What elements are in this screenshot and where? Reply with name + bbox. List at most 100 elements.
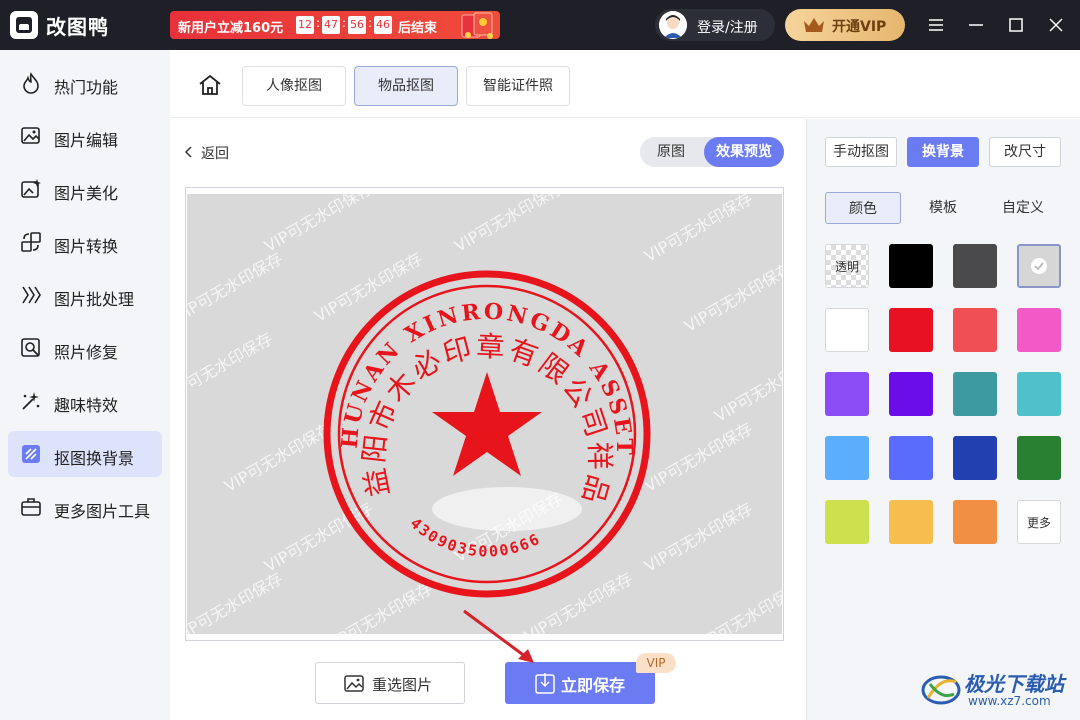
- site-watermark: 极光下载站 www.xz7.com: [918, 664, 1078, 714]
- promo-hours: 12: [296, 16, 314, 34]
- view-toggle: 原图 效果预览: [640, 137, 784, 167]
- app-logo-icon: [10, 11, 38, 39]
- crown-icon: [804, 18, 824, 32]
- reselect-image-button[interactable]: 重选图片: [315, 662, 465, 704]
- save-now-button[interactable]: 立即保存: [505, 662, 655, 704]
- tab-id-photo[interactable]: 智能证件照: [466, 66, 570, 106]
- swatch-pink[interactable]: [1017, 308, 1061, 352]
- promo-banner[interactable]: 新用户立减160元 12 : 47 : 56 : 46 后结束: [170, 11, 500, 39]
- swatch-teal[interactable]: [953, 372, 997, 416]
- tab-object-cutout[interactable]: 物品抠图: [354, 66, 458, 106]
- sidebar-item-batch[interactable]: 图片批处理: [8, 272, 162, 318]
- download-icon: [535, 673, 555, 694]
- sidebar-item-label: 图片转换: [54, 237, 119, 256]
- sidebar-item-image-edit[interactable]: 图片编辑: [8, 113, 162, 159]
- app-name: 改图鸭: [46, 15, 109, 39]
- promo-colon: :: [368, 16, 373, 30]
- promo-ms: 46: [374, 16, 392, 34]
- subtab-custom[interactable]: 自定义: [985, 192, 1061, 224]
- swatch-navy[interactable]: [953, 436, 997, 480]
- swatch-yellow[interactable]: [889, 500, 933, 544]
- toolbox-icon: [21, 498, 41, 516]
- tab-resize[interactable]: 改尺寸: [989, 137, 1061, 167]
- more-colors-label: 更多: [1026, 516, 1051, 530]
- watermark-text: VIP可无水印保存: [641, 194, 756, 266]
- sidebar-item-cutout[interactable]: 抠图换背景: [8, 431, 162, 477]
- open-vip-label: 开通VIP: [832, 19, 887, 35]
- swatch-red[interactable]: [889, 308, 933, 352]
- original-toggle[interactable]: 原图: [640, 137, 702, 167]
- swatch-violet[interactable]: [889, 372, 933, 416]
- cutout-icon: [22, 445, 40, 463]
- open-vip-button[interactable]: 开通VIP: [785, 9, 905, 41]
- promo-seconds: 56: [348, 16, 366, 34]
- sidebar-item-more-tools[interactable]: 更多图片工具: [8, 484, 162, 530]
- aurora-logo-icon: [921, 675, 961, 705]
- watermark-text: VIP可无水印保存: [681, 258, 782, 336]
- swatch-blue[interactable]: [889, 436, 933, 480]
- seal-image: HUNAN XINRONGDA ASSET ENALUATION CO.,LTD…: [312, 264, 651, 598]
- tab-bar: 人像抠图 物品抠图 智能证件照: [170, 50, 1080, 118]
- sidebar-item-label: 趣味特效: [54, 396, 119, 415]
- watermark-text: VIP可无水印保存: [711, 348, 782, 426]
- watermark-text: VIP可无水印保存: [187, 328, 276, 406]
- swatch-lime[interactable]: [825, 500, 869, 544]
- swatch-white[interactable]: [825, 308, 869, 352]
- minimize-icon[interactable]: [964, 13, 988, 37]
- subtab-template[interactable]: 模板: [905, 192, 981, 224]
- image-canvas-frame: VIP可无水印保存 VIP可无水印保存 VIP可无水印保存 VIP可无水印保存 …: [185, 187, 784, 641]
- home-icon[interactable]: [198, 74, 222, 96]
- tab-portrait-cutout[interactable]: 人像抠图: [242, 66, 346, 106]
- promo-text: 新用户立减160元: [178, 21, 284, 36]
- login-label[interactable]: 登录/注册: [697, 17, 758, 37]
- right-panel: 手动抠图 换背景 改尺寸 颜色 模板 自定义 透明 更多: [806, 119, 1080, 720]
- reselect-image-label: 重选图片: [372, 676, 433, 694]
- swatch-purple[interactable]: [825, 372, 869, 416]
- more-colors-button[interactable]: 更多: [1017, 500, 1061, 544]
- watermark-text: VIP可无水印保存: [691, 578, 782, 634]
- sidebar-item-label: 图片美化: [54, 184, 119, 203]
- avatar[interactable]: [659, 11, 687, 39]
- close-icon[interactable]: [1044, 13, 1068, 37]
- red-envelope-icon: [461, 12, 493, 39]
- swatch-dark-gray[interactable]: [953, 244, 997, 288]
- swatch-sky-blue[interactable]: [825, 436, 869, 480]
- sidebar-item-repair[interactable]: 照片修复: [8, 325, 162, 371]
- site-watermark-url: www.xz7.com: [968, 694, 1051, 708]
- tab-manual-cutout[interactable]: 手动抠图: [825, 137, 897, 167]
- sidebar: 热门功能 图片编辑 图片美化 图片转换 图片批处理 照片修复 趣味特效 抠图换背…: [0, 50, 170, 720]
- preview-toggle[interactable]: 效果预览: [704, 137, 784, 167]
- promo-end-text: 后结束: [398, 21, 438, 36]
- sidebar-item-label: 更多图片工具: [54, 502, 151, 521]
- image-beautify-icon: [21, 179, 41, 198]
- sidebar-item-label: 照片修复: [54, 343, 119, 362]
- user-avatar-icon: [659, 11, 687, 39]
- chevron-left-icon[interactable]: [184, 146, 194, 158]
- sidebar-item-effects[interactable]: 趣味特效: [8, 378, 162, 424]
- swatch-orange[interactable]: [953, 500, 997, 544]
- sidebar-item-label: 图片编辑: [54, 131, 119, 150]
- subtab-color[interactable]: 颜色: [825, 192, 901, 224]
- swatch-black[interactable]: [889, 244, 933, 288]
- image-canvas[interactable]: VIP可无水印保存 VIP可无水印保存 VIP可无水印保存 VIP可无水印保存 …: [187, 194, 782, 634]
- watermark-text: VIP可无水印保存: [187, 248, 286, 326]
- sidebar-item-beautify[interactable]: 图片美化: [8, 166, 162, 212]
- sidebar-item-convert[interactable]: 图片转换: [8, 219, 162, 265]
- watermark-text: VIP可无水印保存: [187, 568, 286, 634]
- promo-colon: :: [342, 16, 347, 30]
- swatch-transparent[interactable]: 透明: [825, 244, 869, 288]
- swatch-cyan[interactable]: [1017, 372, 1061, 416]
- swatch-light-gray-selected[interactable]: [1017, 244, 1061, 288]
- sidebar-item-label: 热门功能: [54, 78, 119, 97]
- menu-icon[interactable]: [924, 13, 948, 37]
- tab-change-background[interactable]: 换背景: [907, 137, 979, 167]
- fire-icon: [23, 72, 39, 94]
- swatch-coral[interactable]: [953, 308, 997, 352]
- sidebar-item-hot[interactable]: 热门功能: [8, 60, 162, 106]
- save-now-label: 立即保存: [561, 676, 626, 695]
- back-link[interactable]: 返回: [201, 143, 229, 163]
- magic-icon: [22, 392, 40, 410]
- maximize-icon[interactable]: [1004, 13, 1028, 37]
- swatch-green[interactable]: [1017, 436, 1061, 480]
- image-edit-icon: [21, 127, 40, 144]
